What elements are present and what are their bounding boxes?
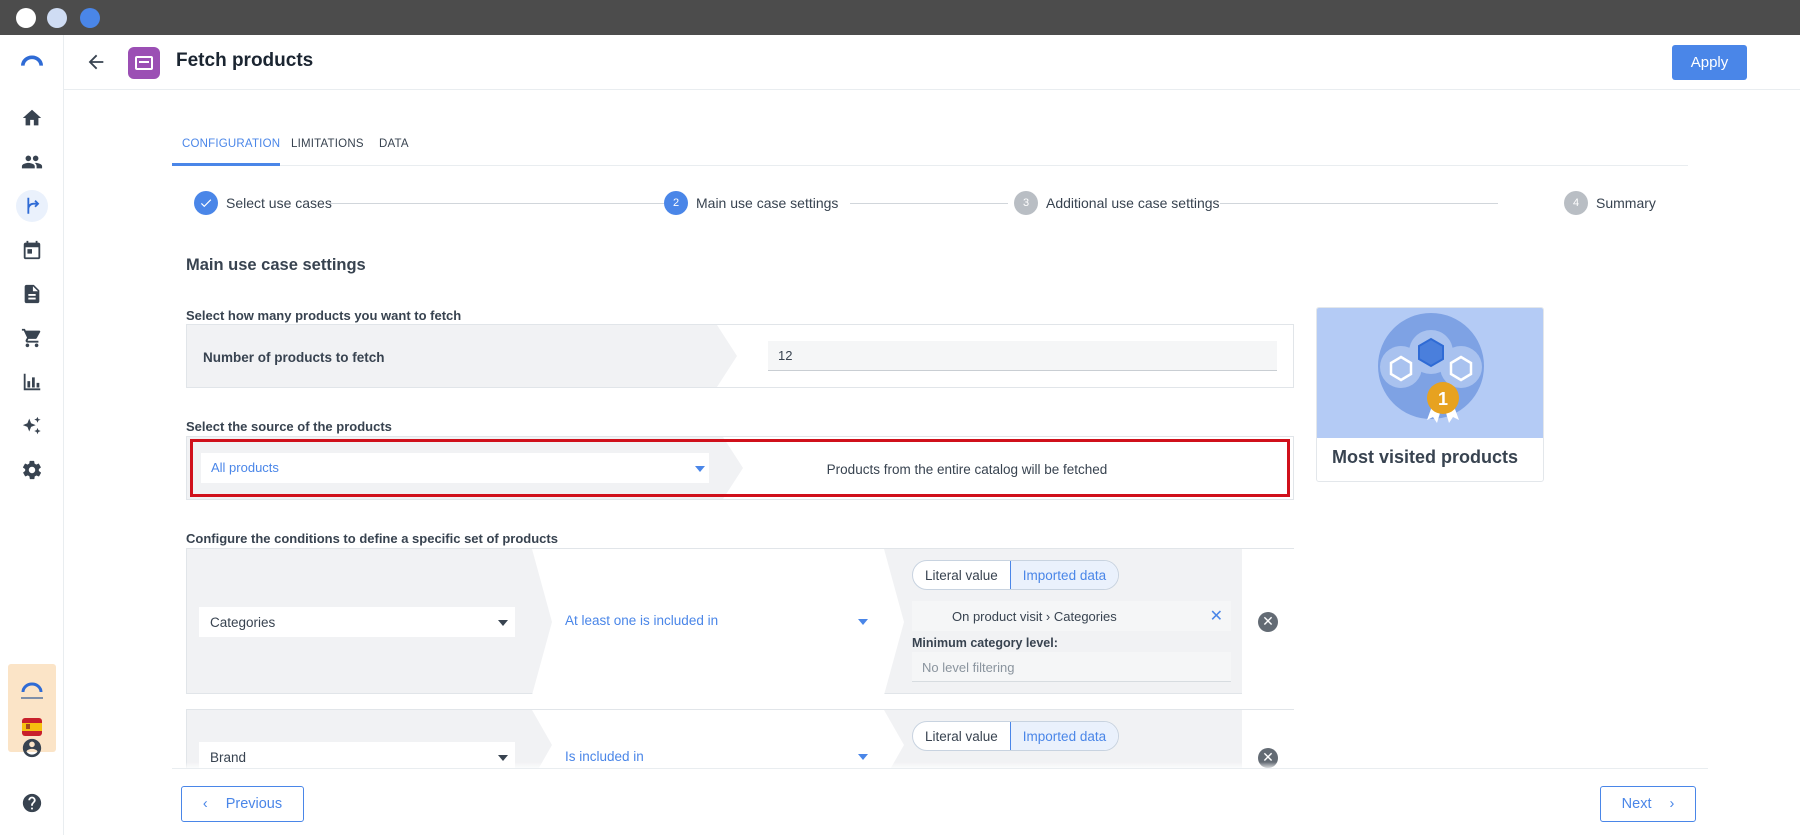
use-case-card: 1 Most visited products xyxy=(1316,307,1544,482)
chevron-down-icon[interactable] xyxy=(498,755,508,761)
apply-button[interactable]: Apply xyxy=(1672,45,1747,80)
help-icon[interactable] xyxy=(16,787,48,819)
people-icon[interactable] xyxy=(16,146,48,178)
back-arrow-icon[interactable] xyxy=(83,49,109,75)
window-minimize-dot[interactable] xyxy=(47,8,67,28)
min-level-label: Minimum category level: xyxy=(912,636,1058,650)
previous-button[interactable]: ‹ Previous xyxy=(181,786,304,822)
conditions-section-label: Configure the conditions to define a spe… xyxy=(186,531,558,546)
home-icon[interactable] xyxy=(16,102,48,134)
analytics-icon[interactable] xyxy=(16,366,48,398)
wizard-stepper: Select use cases 2 Main use case setting… xyxy=(194,190,1656,216)
imported-data-option[interactable]: Imported data xyxy=(1009,561,1119,589)
previous-label: Previous xyxy=(225,796,283,812)
user-account-icon[interactable] xyxy=(16,732,48,764)
product-count-input[interactable]: 12 xyxy=(768,341,1277,371)
min-level-input[interactable]: No level filtering xyxy=(912,652,1231,682)
ai-sparkle-icon[interactable] xyxy=(16,410,48,442)
window-titlebar xyxy=(0,0,1800,35)
cart-icon[interactable] xyxy=(16,322,48,354)
section-title: Main use case settings xyxy=(186,256,366,274)
tab-bar: CONFIGURATION LIMITATIONS DATA xyxy=(172,126,1688,166)
footer-bar: ‹ Previous Next › xyxy=(172,768,1708,835)
step-label[interactable]: Additional use case settings xyxy=(1046,195,1220,211)
page-title: Fetch products xyxy=(176,50,314,71)
step-label[interactable]: Select use cases xyxy=(226,195,332,211)
remove-condition-icon[interactable]: ✕ xyxy=(1258,612,1278,632)
active-tab-indicator xyxy=(172,163,280,166)
automation-icon[interactable] xyxy=(16,190,48,222)
step-connector xyxy=(1220,203,1498,204)
imported-value-text: On product visit › Categories xyxy=(952,609,1117,624)
count-row: Number of products to fetch 12 xyxy=(186,324,1294,388)
sidebar xyxy=(0,35,64,835)
step-done-icon[interactable] xyxy=(194,191,218,215)
highlight-box xyxy=(190,439,1290,497)
chevron-down-icon[interactable] xyxy=(858,754,868,760)
step-label[interactable]: Main use case settings xyxy=(696,195,838,211)
logo-icon[interactable] xyxy=(16,45,48,77)
value-type-toggle: Literal value Imported data xyxy=(912,560,1120,590)
tab-data[interactable]: DATA xyxy=(379,138,409,150)
imported-data-option[interactable]: Imported data xyxy=(1009,722,1119,750)
imported-value-chip[interactable]: On product visit › Categories ✕ xyxy=(912,601,1231,631)
step-label[interactable]: Summary xyxy=(1596,195,1656,211)
node-type-icon xyxy=(128,47,160,79)
tab-limitations[interactable]: LIMITATIONS xyxy=(291,138,364,150)
step-number[interactable]: 3 xyxy=(1014,191,1038,215)
calendar-icon[interactable] xyxy=(16,234,48,266)
step-connector xyxy=(850,203,1008,204)
document-icon[interactable] xyxy=(16,278,48,310)
window-close-dot[interactable] xyxy=(16,8,36,28)
literal-value-option[interactable]: Literal value xyxy=(913,722,1010,750)
step-number[interactable]: 2 xyxy=(664,191,688,215)
card-title: Most visited products xyxy=(1332,447,1519,467)
next-button[interactable]: Next › xyxy=(1600,786,1696,822)
step-number[interactable]: 4 xyxy=(1564,191,1588,215)
chevron-down-icon[interactable] xyxy=(858,619,868,625)
clear-value-icon[interactable]: ✕ xyxy=(1210,606,1223,626)
condition-row: Categories At least one is included in L… xyxy=(186,548,1294,695)
source-section-label: Select the source of the products xyxy=(186,419,392,434)
chevron-right-icon: › xyxy=(1669,796,1675,812)
chevron-down-icon[interactable] xyxy=(498,620,508,626)
chevron-left-icon: ‹ xyxy=(202,796,208,812)
settings-gear-icon[interactable] xyxy=(16,454,48,486)
tab-configuration[interactable]: CONFIGURATION xyxy=(182,138,280,150)
most-visited-illustration: 1 xyxy=(1317,308,1543,438)
badge-number: 1 xyxy=(1438,389,1448,409)
step-connector xyxy=(328,203,664,204)
attribute-select[interactable]: Categories xyxy=(199,607,515,637)
literal-value-option[interactable]: Literal value xyxy=(913,561,1010,589)
value-type-toggle: Literal value Imported data xyxy=(912,721,1120,751)
count-field-label: Number of products to fetch xyxy=(203,350,385,365)
window-maximize-dot[interactable] xyxy=(80,8,100,28)
next-label: Next xyxy=(1621,796,1652,812)
top-bar: Fetch products Apply xyxy=(64,35,1800,90)
operator-select[interactable]: At least one is included in xyxy=(565,613,718,628)
count-section-label: Select how many products you want to fet… xyxy=(186,308,462,323)
